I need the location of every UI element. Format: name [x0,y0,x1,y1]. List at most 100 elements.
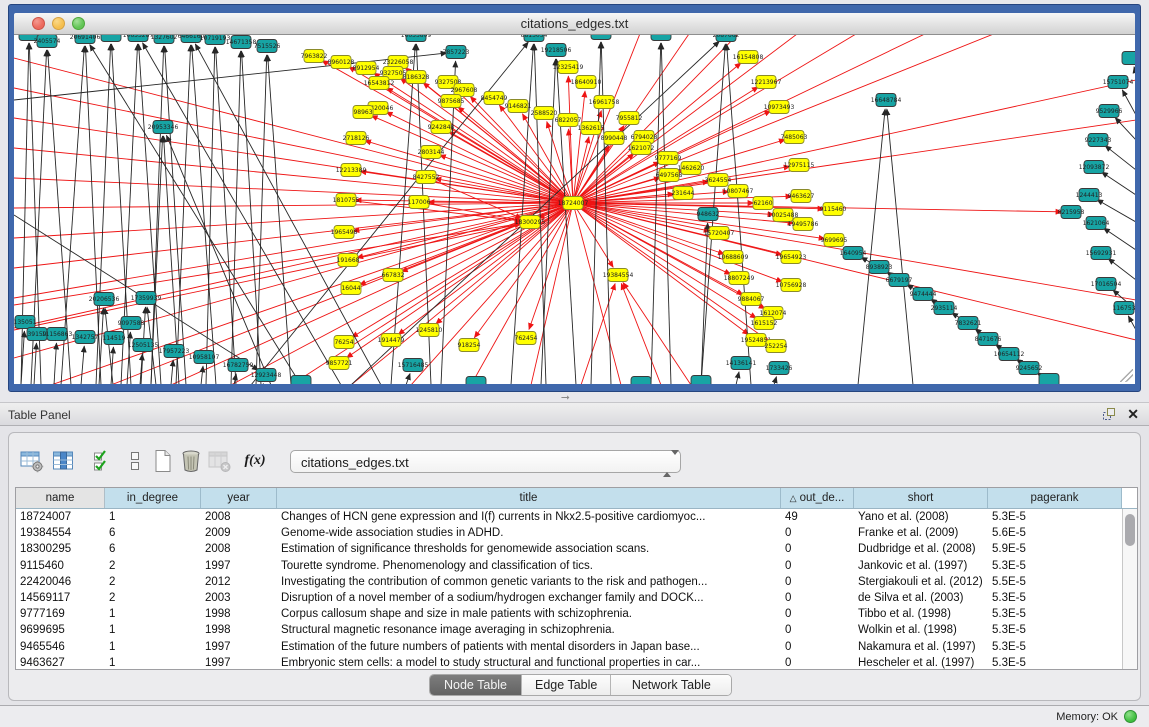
graph-node[interactable] [101,35,121,42]
column-header-title[interactable]: title [277,488,781,508]
graph-node[interactable] [466,377,486,385]
graph-node-label: 1640954 [840,250,867,257]
graph-node-label: 1342757 [72,334,99,341]
cell-year: 2009 [201,525,277,541]
table-row[interactable]: 977716911998Corpus callosum shape and si… [16,606,1122,622]
column-header-year[interactable]: year [201,488,277,508]
graph-node-label: 20206536 [89,296,120,303]
graph-node-label: 9529966 [1096,108,1123,115]
network-canvas-svg[interactable]: 2405574206914061065328713276026466160107… [14,35,1135,384]
node-table: name in_degreeyeartitle△out_de...short pag… [15,487,1138,670]
graph-node[interactable] [651,35,671,41]
column-header-in_degree[interactable]: in_degree [105,488,201,508]
cell-in_degree: 6 [105,541,201,557]
graph-node[interactable] [1122,52,1135,65]
cell-pagerank: 5.3E-5 [988,590,1122,606]
canvas-resize-grip[interactable] [1120,369,1133,382]
column-header-pagerank[interactable]: pagerank [988,488,1122,508]
graph-node-label: 1327602 [151,35,178,41]
vertical-scrollbar[interactable] [1122,509,1137,669]
graph-node[interactable] [1039,374,1059,385]
graph-node-label: 10958107 [189,354,220,361]
delete-table-button[interactable] [177,447,205,475]
graph-node-label: 7832621 [955,320,982,327]
graph-node[interactable] [631,377,651,385]
graph-node-label: 16154808 [733,54,764,61]
column-header-short[interactable]: short [854,488,988,508]
scrollbar-thumb[interactable] [1125,514,1135,546]
cell-in_degree: 1 [105,655,201,671]
table-row[interactable]: 911546021997Tourette syndrome. Phenomeno… [16,558,1122,574]
new-table-button[interactable] [149,447,177,475]
graph-node-label: 8186328 [403,74,430,81]
cell-out_degree: 0 [781,590,854,606]
row-height-button[interactable] [121,447,149,475]
column-header-out_degree[interactable]: △out_de... [781,488,854,508]
graph-node-label: 6822057 [555,117,582,124]
graph-node-label: 17359939 [131,295,162,302]
graph-node-label: 1362615 [578,125,605,132]
graph-node-label: 15692931 [1086,250,1117,257]
tab-edge-table[interactable]: Edge Table [522,675,611,695]
graph-node-label: 9242848 [428,124,455,131]
network-window[interactable]: citations_edges.txt 24055742069140610653… [8,4,1141,392]
table-row[interactable]: 1456911722003Disruption of a novel membe… [16,590,1122,606]
graph-node[interactable] [591,35,611,40]
table-row[interactable]: 969969511998Structural magnetic resonanc… [16,622,1122,638]
window-titlebar[interactable]: citations_edges.txt [14,13,1135,35]
column-header-label: out_de... [800,492,845,504]
graph-node-label: 2935114 [931,305,958,312]
graph-node-label: 117006 [408,199,431,206]
cell-out_degree: 0 [781,655,854,671]
graph-node-label: 17016504 [1091,281,1122,288]
graph-node-label: 2718126 [343,135,370,142]
float-panel-icon[interactable] [1101,407,1117,421]
graph-node-label: 191668 [337,257,360,264]
graph-node-label: 16782759 [223,362,254,369]
delete-column-disabled-icon [208,450,232,473]
cell-short: Jankovic et al. (1997) [854,558,988,574]
graph-node-label: 948632 [697,211,720,218]
row-height-icon [128,450,142,472]
graph-node-label: 7485063 [781,134,808,141]
column-header-name[interactable]: name [16,488,105,508]
tab-network-table[interactable]: Network Table [611,675,731,695]
graph-node-label: 7963822 [301,53,328,60]
cell-title: Tourette syndrome. Phenomenology and cla… [277,558,781,574]
close-panel-icon[interactable]: ✕ [1127,407,1139,421]
show-column-button[interactable] [49,447,77,475]
graph-node[interactable] [691,376,711,385]
table-row[interactable]: 1830029562008Estimation of significance … [16,541,1122,557]
table-selector-dropdown[interactable]: citations_edges.txt [290,450,681,473]
table-row[interactable]: 2242004622012Investigating the contribut… [16,574,1122,590]
table-settings-button[interactable] [18,447,46,475]
cell-title: Embryonic stem cells: a model to study s… [277,655,781,671]
cell-in_degree: 1 [105,639,201,655]
table-row[interactable]: 1872400712008Changes of HCN gene express… [16,509,1122,525]
cell-pagerank: 5.9E-5 [988,541,1122,557]
function-builder-button[interactable]: f(x) [241,447,269,475]
column-header-label: name [46,492,75,504]
graph-node-label: 1810755 [333,197,360,204]
graph-node-label: 12213967 [751,79,782,86]
table-row[interactable]: 946362711997Embryonic stem cells: a mode… [16,655,1122,671]
select-rows-button[interactable] [89,447,117,475]
graph-node-label: 9875685 [438,98,465,105]
table-row[interactable]: 946554611997Estimation of the future num… [16,639,1122,655]
column-header-label: pagerank [1031,492,1079,504]
graph-node-label: 9146821 [505,103,532,110]
cell-year: 2008 [201,541,277,557]
cell-short: Wolkin et al. (1998) [854,622,988,638]
table-row[interactable]: 1938455462009Genome-wide association stu… [16,525,1122,541]
network-canvas[interactable]: 2405574206914061065328713276026466160107… [14,35,1135,384]
cell-short: Hescheler et al. (1997) [854,655,988,671]
graph-node[interactable] [291,376,311,385]
graph-node-label: 7515526 [254,43,281,50]
graph-node-label: 9463627 [788,193,815,200]
graph-node-label: 9884067 [738,296,765,303]
tab-node-table[interactable]: Node Table [430,675,522,695]
graph-node-label: 6794028 [631,134,658,141]
graph-node-label: 8938923 [866,264,893,271]
delete-column-button-disabled [206,447,234,475]
graph-node-label: 12923448 [251,372,282,379]
